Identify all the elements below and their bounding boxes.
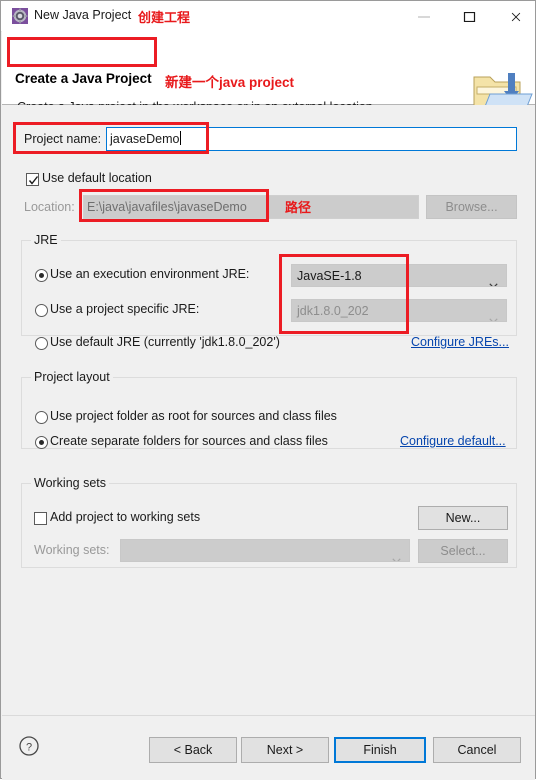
svg-text:?: ?	[26, 742, 32, 754]
finish-button[interactable]: Finish	[334, 737, 426, 763]
maximize-button[interactable]	[447, 1, 493, 31]
jre-group-title: JRE	[31, 233, 61, 247]
location-label: Location:	[24, 200, 75, 214]
project-specific-jre-combo[interactable]: jdk1.8.0_202	[291, 299, 507, 322]
jre-execution-environment-label: Use an execution environment JRE:	[50, 267, 250, 281]
jre-default-label: Use default JRE (currently 'jdk1.8.0_202…	[50, 335, 280, 349]
chevron-down-icon	[489, 274, 498, 286]
location-input[interactable]: E:\java\javafiles\javaseDemo	[83, 195, 419, 219]
execution-environment-value: JavaSE-1.8	[297, 269, 362, 283]
working-sets-combo[interactable]	[120, 539, 410, 562]
new-working-set-button[interactable]: New...	[418, 506, 508, 530]
working-sets-label: Working sets:	[34, 543, 110, 557]
jre-default-radio[interactable]	[35, 337, 48, 350]
close-button[interactable]	[493, 1, 536, 31]
configure-jres-link[interactable]: Configure JREs...	[411, 335, 509, 349]
dialog-header: Create a Java Project 新建一个java project C…	[2, 31, 535, 120]
add-to-working-sets-label: Add project to working sets	[50, 510, 201, 524]
project-name-label: Project name:	[24, 132, 102, 146]
project-specific-jre-value: jdk1.8.0_202	[297, 304, 369, 318]
use-default-location-checkbox[interactable]	[26, 173, 39, 186]
dialog-body: Project name: javaseDemo Use default loc…	[2, 105, 535, 715]
configure-default-link[interactable]: Configure default...	[400, 434, 506, 448]
page-title: Create a Java Project	[15, 71, 152, 86]
project-name-input[interactable]: javaseDemo	[106, 127, 517, 151]
working-sets-group-title: Working sets	[31, 476, 110, 490]
next-button[interactable]: Next >	[241, 737, 329, 763]
back-button[interactable]: < Back	[149, 737, 237, 763]
page-title-annotation-note: 新建一个java project	[165, 75, 295, 90]
browse-button[interactable]: Browse...	[426, 195, 517, 219]
project-layout-group-title: Project layout	[31, 370, 113, 384]
minimize-button[interactable]	[401, 1, 447, 31]
execution-environment-combo[interactable]: JavaSE-1.8	[291, 264, 507, 287]
layout-separate-folders-label: Create separate folders for sources and …	[50, 434, 328, 448]
jre-project-specific-radio[interactable]	[35, 304, 48, 317]
window-title: New Java Project	[34, 8, 132, 22]
text-caret	[180, 131, 182, 145]
location-annotation-note: 路径	[285, 200, 312, 215]
chevron-down-icon	[489, 309, 498, 321]
cancel-button[interactable]: Cancel	[433, 737, 521, 763]
use-default-location-label: Use default location	[42, 171, 152, 185]
layout-project-folder-label: Use project folder as root for sources a…	[50, 409, 337, 423]
help-question-icon[interactable]: ?	[19, 736, 39, 756]
title-annotation-note: 创建工程	[138, 10, 191, 25]
new-java-project-dialog: New Java Project 创建工程 Create a Java Proj…	[0, 0, 536, 780]
chevron-down-icon	[392, 549, 401, 561]
title-bar: New Java Project 创建工程	[1, 1, 535, 32]
add-to-working-sets-checkbox[interactable]	[34, 512, 47, 525]
layout-project-folder-radio[interactable]	[35, 411, 48, 424]
java-project-gear-icon	[12, 8, 28, 24]
jre-project-specific-label: Use a project specific JRE:	[50, 302, 200, 316]
layout-separate-folders-radio[interactable]	[35, 436, 48, 449]
select-working-set-button[interactable]: Select...	[418, 539, 508, 563]
jre-execution-environment-radio[interactable]	[35, 269, 48, 282]
